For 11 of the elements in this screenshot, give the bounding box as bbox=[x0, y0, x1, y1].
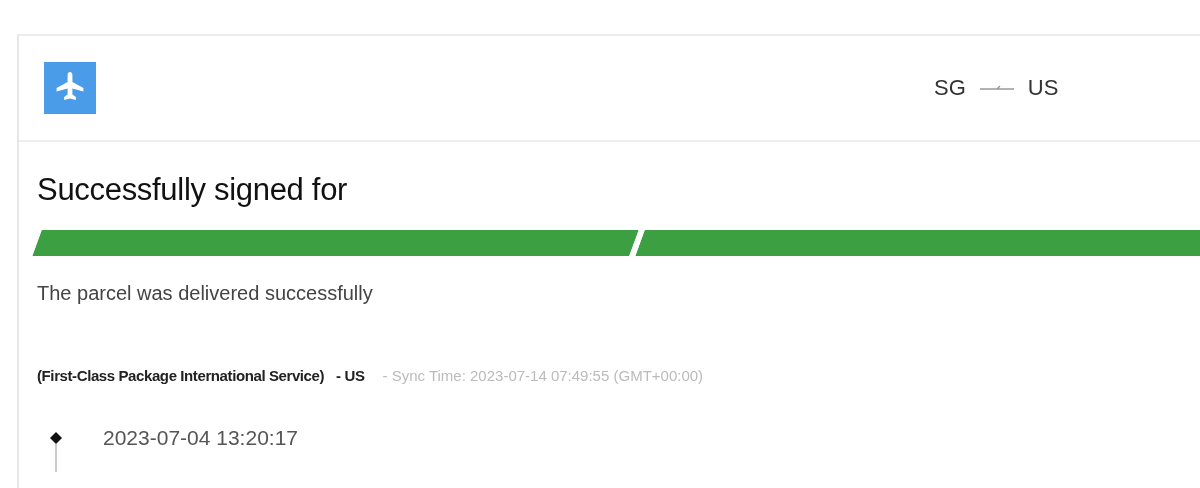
service-country: - US bbox=[336, 367, 365, 384]
route-arrow-icon bbox=[979, 84, 1014, 92]
origin-code: SG bbox=[934, 75, 966, 101]
event-time: 2023-07-04 13:20:17 bbox=[103, 426, 298, 450]
status-title: Successfully signed for bbox=[37, 172, 349, 208]
timeline-marker-icon bbox=[49, 432, 63, 472]
airplane-icon bbox=[44, 62, 96, 114]
sync-time: - Sync Time: 2023-07-14 07:49:55 (GMT+00:00) bbox=[382, 367, 704, 384]
destination-code: US bbox=[1027, 75, 1059, 101]
status-description: The parcel was delivered successfully bbox=[37, 282, 374, 305]
service-name: (First-Class Package International Service) bbox=[37, 367, 325, 384]
